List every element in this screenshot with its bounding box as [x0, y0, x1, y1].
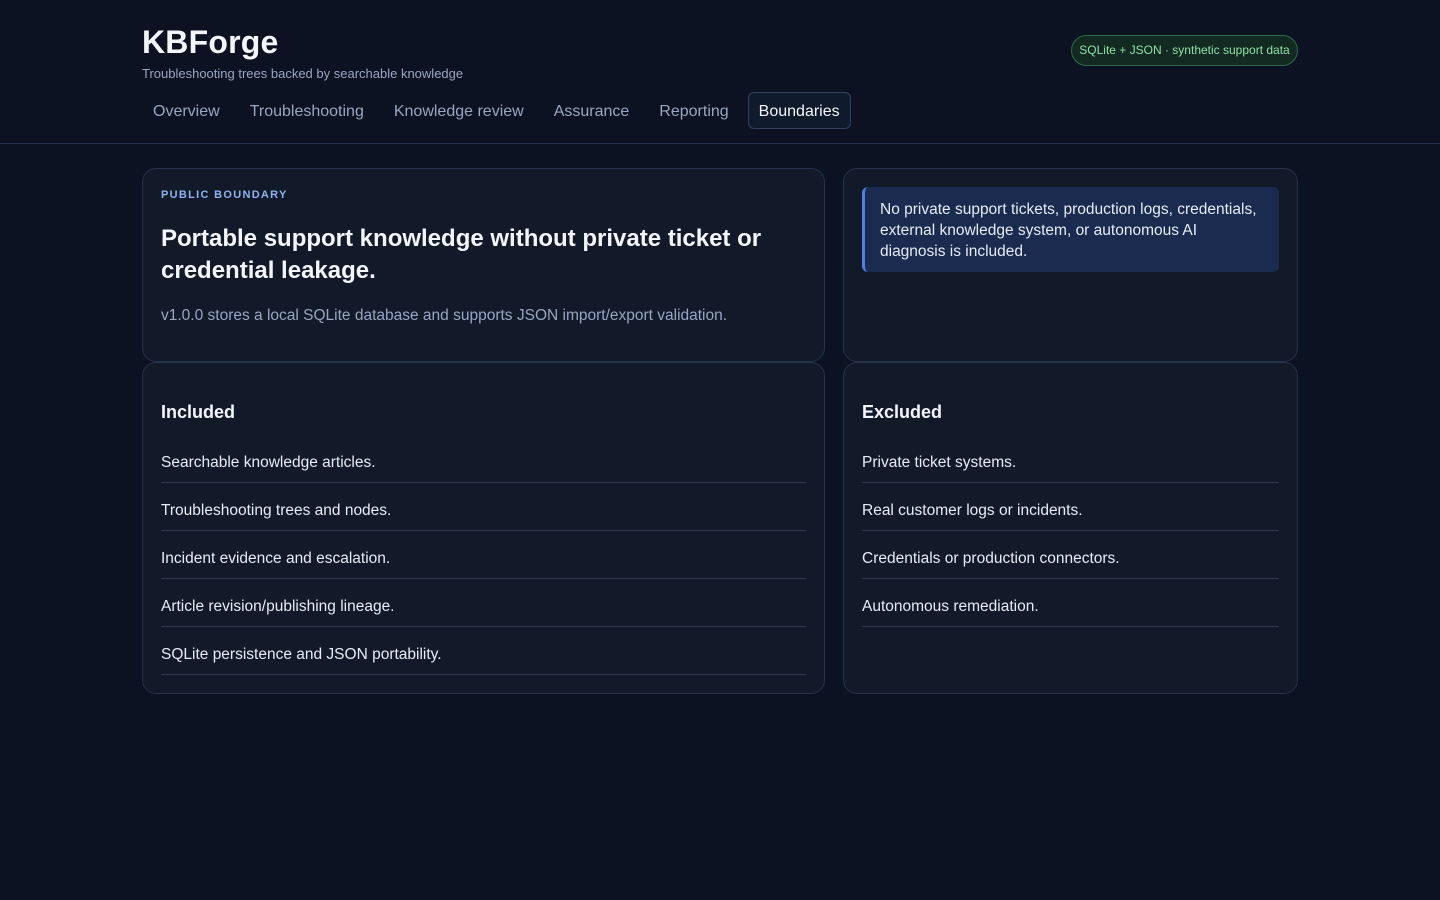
list-item: Searchable knowledge articles.	[161, 435, 806, 483]
tab-knowledge-review[interactable]: Knowledge review	[383, 92, 535, 129]
included-list: Searchable knowledge articles. Troublesh…	[161, 435, 806, 675]
tab-boundaries[interactable]: Boundaries	[747, 92, 851, 129]
list-item: Incident evidence and escalation.	[161, 531, 806, 579]
list-item: Private ticket systems.	[862, 435, 1279, 483]
list-item: Autonomous remediation.	[862, 579, 1279, 627]
hero-description: v1.0.0 stores a local SQLite database an…	[161, 307, 728, 324]
tab-assurance[interactable]: Assurance	[543, 92, 641, 129]
tab-reporting[interactable]: Reporting	[648, 92, 739, 129]
tab-troubleshooting[interactable]: Troubleshooting	[239, 92, 375, 129]
tab-overview[interactable]: Overview	[142, 92, 231, 129]
app-header: KBForge Troubleshooting trees backed by …	[0, 0, 1440, 144]
excluded-heading: Excluded	[862, 402, 943, 422]
hero-card: PUBLIC BOUNDARY Portable support knowled…	[142, 168, 825, 362]
list-item: Article revision/publishing lineage.	[161, 579, 806, 627]
list-item: Real customer logs or incidents.	[862, 483, 1279, 531]
list-item: Troubleshooting trees and nodes.	[161, 483, 806, 531]
app-title: KBForge	[142, 24, 279, 60]
excluded-list: Private ticket systems. Real customer lo…	[862, 435, 1279, 627]
main-nav: Overview Troubleshooting Knowledge revie…	[142, 92, 859, 129]
data-source-badge: SQLite + JSON · synthetic support data	[1071, 35, 1298, 66]
excluded-card: Excluded Private ticket systems. Real cu…	[843, 362, 1298, 694]
hero-eyebrow: PUBLIC BOUNDARY	[161, 189, 288, 201]
included-heading: Included	[161, 402, 236, 422]
notice-card: No private support tickets, production l…	[843, 168, 1298, 362]
list-item: SQLite persistence and JSON portability.	[161, 627, 806, 675]
hero-title: Portable support knowledge without priva…	[161, 225, 762, 284]
exclusion-notice: No private support tickets, production l…	[862, 187, 1279, 272]
app-subtitle: Troubleshooting trees backed by searchab…	[142, 66, 464, 81]
list-item: Credentials or production connectors.	[862, 531, 1279, 579]
included-card: Included Searchable knowledge articles. …	[142, 362, 825, 694]
